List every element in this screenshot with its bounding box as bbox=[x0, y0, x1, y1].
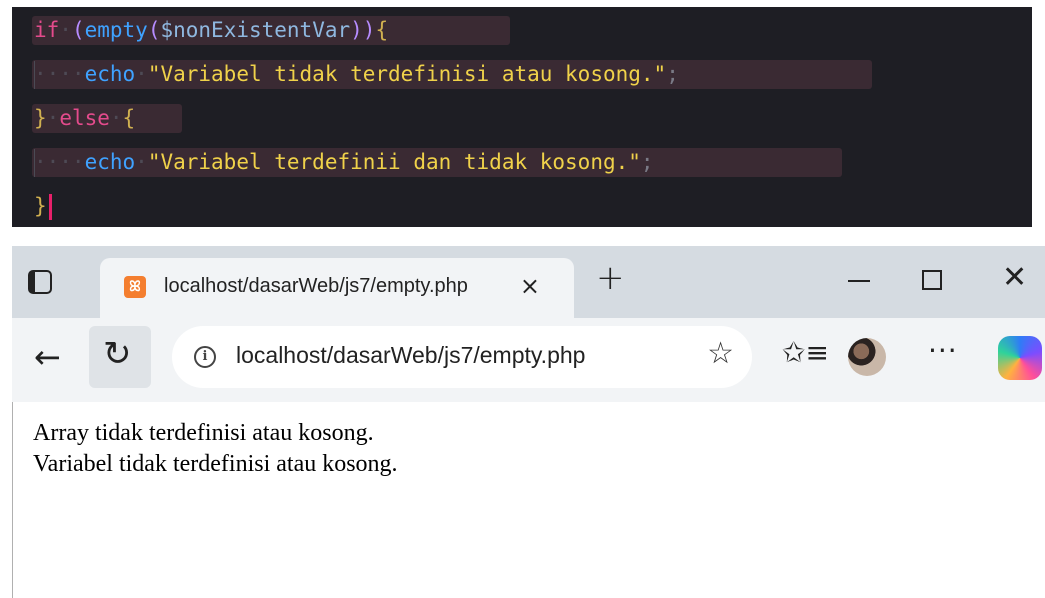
code-editor: if·(empty($nonExistentVar)){ ····echo·"V… bbox=[12, 7, 1032, 227]
browser-window: ꕤ localhost/dasarWeb/js7/empty.php × + ✕… bbox=[12, 246, 1045, 598]
more-icon[interactable]: ··· bbox=[928, 334, 958, 367]
page-viewport: Array tidak terdefinisi atau kosong. Var… bbox=[12, 402, 1045, 598]
copilot-icon[interactable] bbox=[998, 336, 1042, 380]
tab-close-icon[interactable]: × bbox=[520, 272, 540, 300]
tab-actions-icon[interactable] bbox=[28, 270, 52, 294]
info-icon[interactable]: i bbox=[194, 346, 216, 368]
maximize-icon[interactable] bbox=[922, 270, 942, 290]
tab-bar: ꕤ localhost/dasarWeb/js7/empty.php × + ✕ bbox=[12, 246, 1045, 318]
tab-title: localhost/dasarWeb/js7/empty.php bbox=[164, 275, 468, 297]
code-line-5: } bbox=[12, 189, 52, 223]
code-line-2: ····echo·"Variabel tidak terdefinisi ata… bbox=[34, 62, 679, 86]
code-line-4: ····echo·"Variabel terdefinii dan tidak … bbox=[34, 150, 654, 174]
reload-button[interactable]: ↻ bbox=[89, 326, 151, 388]
close-window-icon[interactable]: ✕ bbox=[1002, 260, 1027, 295]
favorites-icon[interactable]: ✩≡ bbox=[782, 336, 829, 369]
profile-avatar[interactable] bbox=[848, 338, 886, 376]
tab-active[interactable]: ꕤ localhost/dasarWeb/js7/empty.php × bbox=[100, 258, 574, 318]
new-tab-button[interactable]: + bbox=[596, 258, 625, 298]
url-text[interactable]: localhost/dasarWeb/js7/empty.php bbox=[236, 342, 585, 369]
address-bar[interactable]: i localhost/dasarWeb/js7/empty.php ☆ bbox=[172, 326, 752, 388]
page-content: Array tidak terdefinisi atau kosong. Var… bbox=[33, 418, 398, 480]
code-line-3: }·else·{ bbox=[34, 106, 136, 130]
navigation-toolbar: ← ↻ i localhost/dasarWeb/js7/empty.php ☆… bbox=[12, 318, 1045, 402]
xampp-favicon: ꕤ bbox=[124, 276, 146, 298]
reload-icon: ↻ bbox=[103, 334, 132, 374]
code-line-1: if·(empty($nonExistentVar)){ bbox=[34, 18, 389, 42]
text-cursor bbox=[48, 194, 52, 220]
back-icon[interactable]: ← bbox=[34, 338, 61, 376]
output-line-2: Variabel tidak terdefinisi atau kosong. bbox=[33, 451, 398, 477]
minimize-icon[interactable] bbox=[848, 280, 870, 282]
star-icon[interactable]: ☆ bbox=[707, 336, 734, 371]
output-line-1: Array tidak terdefinisi atau kosong. bbox=[33, 420, 374, 446]
